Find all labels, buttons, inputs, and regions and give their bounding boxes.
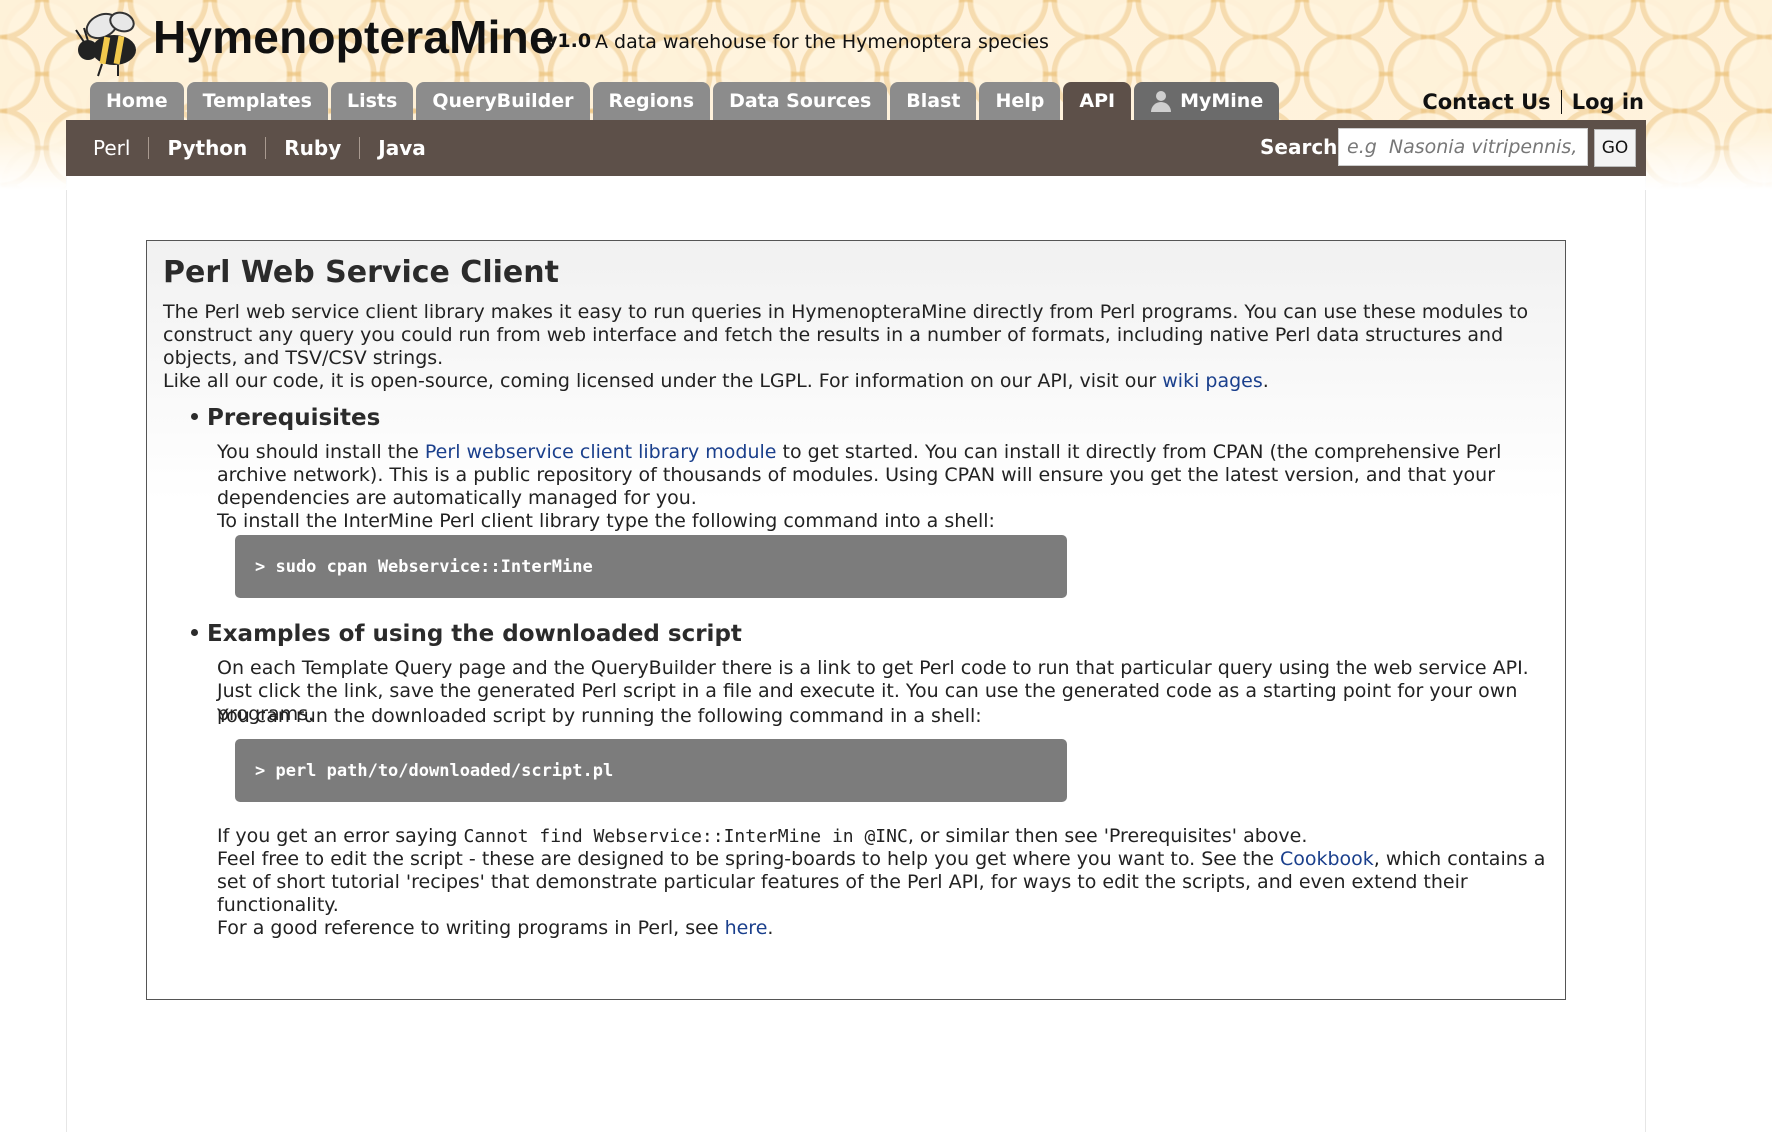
edit-note-start: Feel free to edit the script - these are… (217, 848, 1280, 870)
header-links-divider (1560, 90, 1562, 114)
contact-us-link[interactable]: Contact Us (1422, 90, 1550, 114)
site-tagline: A data warehouse for the Hymenoptera spe… (595, 31, 1049, 53)
site-brand-title[interactable]: HymenopteraMine (153, 10, 555, 64)
tab-querybuilder[interactable]: QueryBuilder (416, 82, 590, 120)
tab-api[interactable]: API (1063, 82, 1132, 120)
language-subnav: Perl Python Ruby Java (93, 120, 444, 176)
search-input[interactable] (1338, 128, 1588, 166)
wiki-pages-link[interactable]: wiki pages (1162, 370, 1263, 392)
bee-logo-icon[interactable] (72, 6, 148, 78)
examples-heading-text: Examples of using the downloaded script (207, 621, 742, 647)
tab-regions[interactable]: Regions (592, 82, 711, 120)
perl-client-library-link[interactable]: Perl webservice client library module (425, 441, 777, 463)
run-command-block: > perl path/to/downloaded/script.pl (235, 739, 1067, 802)
prereq-text-start: You should install the (217, 441, 425, 463)
reference-note-end: . (767, 917, 774, 939)
tab-mymine[interactable]: MyMine (1134, 82, 1280, 120)
tab-data-sources[interactable]: Data Sources (713, 82, 888, 120)
cookbook-link[interactable]: Cookbook (1280, 848, 1374, 870)
perl-client-panel: Perl Web Service Client The Perl web ser… (146, 240, 1566, 1000)
tab-home[interactable]: Home (90, 82, 184, 120)
subnav-item-java[interactable]: Java (360, 136, 443, 160)
intro-paragraph-1: The Perl web service client library make… (163, 301, 1529, 369)
reference-note-start: For a good reference to writing programs… (217, 917, 725, 939)
page-title: Perl Web Service Client (163, 255, 559, 290)
prereq-install-text: To install the InterMine Perl client lib… (217, 510, 995, 532)
bullet-dot (191, 413, 198, 420)
header-links: Contact Us Log in (1422, 90, 1644, 114)
tab-lists[interactable]: Lists (330, 82, 414, 120)
prerequisites-heading-text: Prerequisites (207, 405, 381, 431)
tab-blast[interactable]: Blast (890, 82, 977, 120)
error-note-end: , or similar then see 'Prerequisites' ab… (907, 825, 1308, 847)
examples-paragraph-2: You can run the downloaded script by run… (217, 705, 982, 727)
bullet-dot (191, 629, 198, 636)
examples-heading: Examples of using the downloaded script (191, 621, 742, 647)
tab-templates[interactable]: Templates (186, 82, 328, 120)
prerequisites-heading: Prerequisites (191, 405, 380, 431)
tab-mymine-label: MyMine (1180, 90, 1264, 112)
closing-notes: If you get an error saying Cannot find W… (217, 825, 1557, 940)
search-go-button[interactable]: GO (1594, 129, 1636, 167)
sub-navigation-bar: Perl Python Ruby Java Search: GO (66, 120, 1646, 176)
main-nav-tabs: Home Templates Lists QueryBuilder Region… (90, 82, 1280, 120)
intro-paragraph-2-text: Like all our code, it is open-source, co… (163, 370, 1163, 392)
user-icon (1150, 90, 1172, 112)
subnav-item-ruby[interactable]: Ruby (266, 136, 359, 160)
tab-help[interactable]: Help (979, 82, 1061, 120)
install-command-block: > sudo cpan Webservice::InterMine (235, 535, 1067, 598)
subnav-item-perl[interactable]: Perl (93, 136, 148, 160)
version-label: v1.0 (545, 30, 592, 52)
error-code-text: Cannot find Webservice::InterMine in @IN… (463, 826, 908, 847)
prerequisites-text: You should install the Perl webservice c… (217, 441, 1557, 533)
subnav-item-python[interactable]: Python (149, 136, 265, 160)
log-in-link[interactable]: Log in (1572, 90, 1644, 114)
error-note-start: If you get an error saying (217, 825, 464, 847)
search-label: Search: (1260, 135, 1346, 159)
perl-reference-link[interactable]: here (725, 917, 768, 939)
intro-text: The Perl web service client library make… (163, 301, 1553, 393)
intro-paragraph-2-end: . (1262, 370, 1269, 392)
